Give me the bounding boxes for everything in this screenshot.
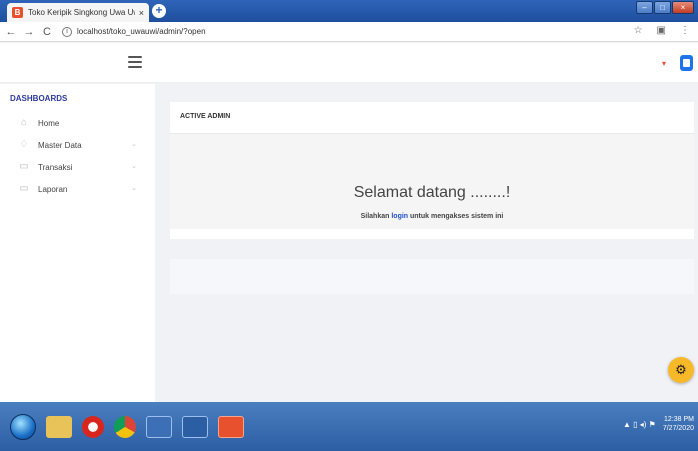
- url-text[interactable]: localhost/toko_uwauwi/admin/?open: [77, 27, 206, 36]
- login-prompt: Silahkan login untuk mengakses sistem in…: [170, 213, 694, 220]
- home-icon: ⌂: [20, 117, 28, 128]
- close-tab-icon[interactable]: ×: [139, 8, 144, 18]
- monitor-icon: ▭: [19, 161, 29, 172]
- window-controls: – □ ×: [636, 1, 694, 14]
- tab-title: Toko Keripik Singkong Uwa Uw: [28, 8, 135, 17]
- reload-icon[interactable]: C: [40, 26, 54, 38]
- browser-tab-strip: B Toko Keripik Singkong Uwa Uw × + – □ ×: [0, 0, 698, 22]
- chevron-down-icon: ⌄: [131, 185, 137, 192]
- address-bar-actions: ☆ ▣ ⋮: [634, 25, 690, 36]
- url-field[interactable]: i localhost/toko_uwauwi/admin/?open: [62, 24, 206, 40]
- start-button-icon[interactable]: [10, 413, 36, 440]
- secondary-panel: [170, 259, 694, 294]
- sidebar-heading: DASHBOARDS: [10, 94, 68, 103]
- diamond-icon: ♢: [19, 139, 29, 150]
- maximize-button[interactable]: □: [654, 1, 671, 14]
- sidebar-item-laporan[interactable]: ▭ Laporan ⌄: [18, 180, 143, 198]
- extension-icon[interactable]: ▣: [657, 25, 666, 36]
- system-clock[interactable]: 12:38 PM 7/27/2020: [663, 415, 694, 433]
- active-admin-card: ACTIVE ADMIN Selamat datang ........! Si…: [170, 102, 694, 239]
- browser-tab[interactable]: B Toko Keripik Singkong Uwa Uw ×: [7, 3, 149, 22]
- clock-date: 7/27/2020: [662, 425, 694, 432]
- clipboard-icon[interactable]: [680, 55, 693, 71]
- sidebar-item-home[interactable]: ⌂ Home: [18, 114, 143, 132]
- minimize-button[interactable]: –: [636, 1, 653, 14]
- sidebar-item-label: Home: [38, 118, 60, 128]
- sidebar-item-label: Transaksi: [38, 162, 73, 172]
- back-icon[interactable]: ←: [4, 26, 18, 38]
- windows-taskbar: ▲ ▯ ◂) ⚑ 12:38 PM 7/27/2020: [0, 402, 698, 451]
- chrome-icon[interactable]: [114, 415, 136, 438]
- browser-menu-icon[interactable]: ⋮: [680, 25, 690, 36]
- hamburger-menu-icon[interactable]: [128, 56, 142, 68]
- bookmark-star-icon[interactable]: ☆: [634, 25, 643, 36]
- login-prompt-suffix: untuk mengakses sistem ini: [408, 213, 504, 220]
- welcome-heading: Selamat datang ........!: [353, 184, 511, 201]
- sidebar: DASHBOARDS ⌂ Home ♢ Master Data ⌄ ▭ Tran…: [0, 84, 155, 402]
- chevron-down-icon: ⌄: [131, 163, 137, 170]
- card-header: ACTIVE ADMIN: [170, 102, 694, 134]
- sidebar-item-label: Laporan: [38, 184, 68, 194]
- tray-icons[interactable]: ▲ ▯ ◂) ⚑: [623, 420, 656, 429]
- address-bar: ← → C i localhost/toko_uwauwi/admin/?ope…: [0, 22, 698, 42]
- top-navbar: ▾: [0, 43, 698, 83]
- new-tab-button[interactable]: +: [152, 4, 166, 18]
- sidebar-item-master-data[interactable]: ♢ Master Data ⌄: [18, 136, 143, 154]
- monitor-icon: ▭: [19, 183, 29, 194]
- clock-time: 12:38 PM: [664, 416, 694, 423]
- settings-gear-icon[interactable]: ⚙: [668, 357, 694, 383]
- sidebar-item-transaksi[interactable]: ▭ Transaksi ⌄: [18, 158, 143, 176]
- favicon-icon: B: [12, 7, 23, 18]
- user-dropdown-caret-icon[interactable]: ▾: [662, 59, 666, 68]
- system-tray: ▲ ▯ ◂) ⚑ 12:38 PM 7/27/2020: [623, 415, 694, 433]
- forward-icon[interactable]: →: [22, 26, 36, 38]
- window-close-button[interactable]: ×: [672, 1, 694, 14]
- word-document-icon[interactable]: [182, 415, 208, 438]
- file-explorer-icon[interactable]: [46, 415, 72, 438]
- info-icon[interactable]: i: [62, 26, 72, 37]
- xampp-icon[interactable]: [218, 415, 244, 438]
- app-window-icon[interactable]: [146, 415, 172, 438]
- opera-icon[interactable]: [82, 415, 104, 438]
- sidebar-item-label: Master Data: [38, 140, 82, 150]
- chevron-down-icon: ⌄: [131, 141, 137, 148]
- login-prompt-prefix: Silahkan: [360, 213, 392, 220]
- card-body: Selamat datang ........! Silahkan login …: [170, 134, 694, 229]
- login-link[interactable]: login: [391, 213, 408, 220]
